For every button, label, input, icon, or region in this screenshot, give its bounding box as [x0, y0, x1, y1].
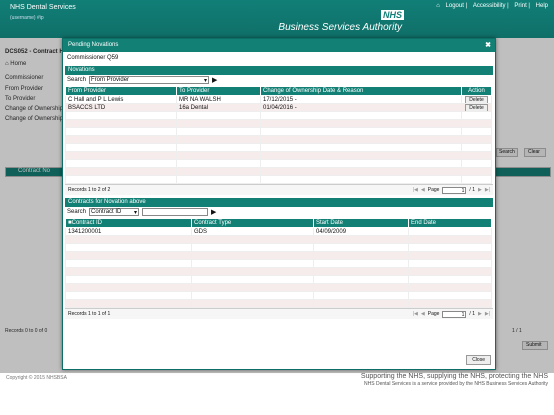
records-count: Records 1 to 2 of 2: [68, 187, 111, 193]
first-page-icon[interactable]: |◀: [413, 187, 418, 193]
novations-pager: Records 1 to 2 of 2 |◀ ◀ Page 1 / 1 ▶ ▶|: [65, 184, 493, 195]
delete-button[interactable]: Delete: [465, 96, 488, 103]
search-label: Search: [67, 77, 87, 83]
empty-row: [65, 251, 492, 260]
dialog-title-bar: Pending Novations ✖: [63, 39, 495, 52]
print-link[interactable]: Print: [514, 3, 526, 9]
last-page-icon[interactable]: ▶|: [485, 311, 490, 317]
col-from-provider[interactable]: From Provider: [65, 86, 177, 96]
org-name: NHS Dental Services: [10, 4, 76, 11]
last-page-icon[interactable]: ▶|: [485, 187, 490, 193]
home-icon[interactable]: ⌂: [436, 3, 440, 9]
copyright: Copyright © 2015 NHSBSA: [6, 375, 67, 381]
chevron-down-icon: ▾: [204, 78, 208, 84]
footer-slogan: Supporting the NHS, supplying the NHS, p…: [360, 373, 548, 380]
col-contract-id[interactable]: ■Contract ID: [65, 218, 192, 228]
nhs-logo: NHS: [380, 10, 404, 20]
bsa-title: Business Services Authority: [278, 22, 402, 33]
table-row[interactable]: BSACCS LTD 16a Dental 01/04/2016 - Delet…: [65, 103, 492, 112]
user-info: (username) #ip: [10, 15, 44, 21]
go-arrow-icon[interactable]: ▶: [211, 208, 216, 216]
page-input[interactable]: 1: [442, 310, 467, 318]
contracts-heading: Contracts for Novation above: [65, 198, 493, 207]
contracts-search: Search Contract ID ▾ ▶: [67, 208, 217, 216]
empty-row: [65, 151, 492, 160]
empty-row: [65, 259, 492, 268]
next-page-icon[interactable]: ▶: [478, 187, 482, 193]
empty-row: [65, 235, 492, 244]
close-icon[interactable]: ✖: [485, 41, 491, 49]
page-input[interactable]: 1: [442, 186, 467, 194]
contracts-pager: Records 1 to 1 of 1 |◀ ◀ Page 1 / 1 ▶ ▶|: [65, 308, 493, 319]
logout-link[interactable]: Logout: [446, 3, 464, 9]
empty-row: [65, 175, 492, 184]
col-end-date[interactable]: End Date: [408, 218, 492, 228]
novations-search: Search From Provider ▾ ▶: [65, 75, 493, 85]
novations-search-select[interactable]: From Provider ▾: [89, 76, 210, 84]
go-arrow-icon[interactable]: ▶: [212, 76, 217, 84]
pending-novations-dialog: Pending Novations ✖ Commissioner Q59 Nov…: [62, 38, 496, 370]
empty-row: [65, 135, 492, 144]
empty-row: [65, 143, 492, 152]
empty-row: [65, 127, 492, 136]
chevron-down-icon: ▾: [134, 210, 138, 216]
contracts-search-select[interactable]: Contract ID ▾: [89, 208, 140, 216]
page-footer: Copyright © 2015 NHSBSA Supporting the N…: [0, 373, 554, 415]
col-action: Action: [461, 86, 492, 96]
help-link[interactable]: Help: [536, 3, 548, 9]
contracts-table: ■Contract ID Contract Type Start Date En…: [65, 218, 492, 308]
novations-table: From Provider To Provider Change of Owne…: [65, 86, 492, 184]
empty-row: [65, 159, 492, 168]
col-to-provider[interactable]: To Provider: [176, 86, 261, 96]
footer-service: NHS Dental Services is a service provide…: [364, 381, 548, 387]
delete-button[interactable]: Delete: [465, 104, 488, 111]
table-row[interactable]: C Hall and P L Lewis MR NA WALSH 17/12/2…: [65, 95, 492, 104]
commissioner-label: Commissioner Q59: [67, 55, 119, 61]
empty-row: [65, 299, 492, 308]
empty-row: [65, 119, 492, 128]
col-change-date[interactable]: Change of Ownership Date & Reason: [260, 86, 462, 96]
empty-row: [65, 167, 492, 176]
dialog-title: Pending Novations: [68, 42, 119, 48]
records-count: Records 1 to 1 of 1: [68, 311, 111, 317]
app-header: NHS Dental Services (username) #ip ⌂ Log…: [0, 0, 554, 38]
accessibility-link[interactable]: Accessibility: [473, 3, 506, 9]
contracts-search-input[interactable]: [142, 208, 209, 216]
col-contract-type[interactable]: Contract Type: [191, 218, 314, 228]
novations-heading: Novations: [65, 66, 493, 75]
empty-row: [65, 291, 492, 300]
empty-row: [65, 243, 492, 252]
first-page-icon[interactable]: |◀: [413, 311, 418, 317]
empty-row: [65, 275, 492, 284]
col-start-date[interactable]: Start Date: [313, 218, 409, 228]
table-row[interactable]: 1341200001 GDS 04/09/2009: [65, 227, 492, 236]
empty-row: [65, 283, 492, 292]
empty-row: [65, 267, 492, 276]
close-button[interactable]: Close: [466, 355, 491, 365]
prev-page-icon[interactable]: ◀: [421, 311, 425, 317]
empty-row: [65, 111, 492, 120]
prev-page-icon[interactable]: ◀: [421, 187, 425, 193]
top-nav: ⌂ Logout | Accessibility | Print | Help: [436, 3, 548, 9]
next-page-icon[interactable]: ▶: [478, 311, 482, 317]
